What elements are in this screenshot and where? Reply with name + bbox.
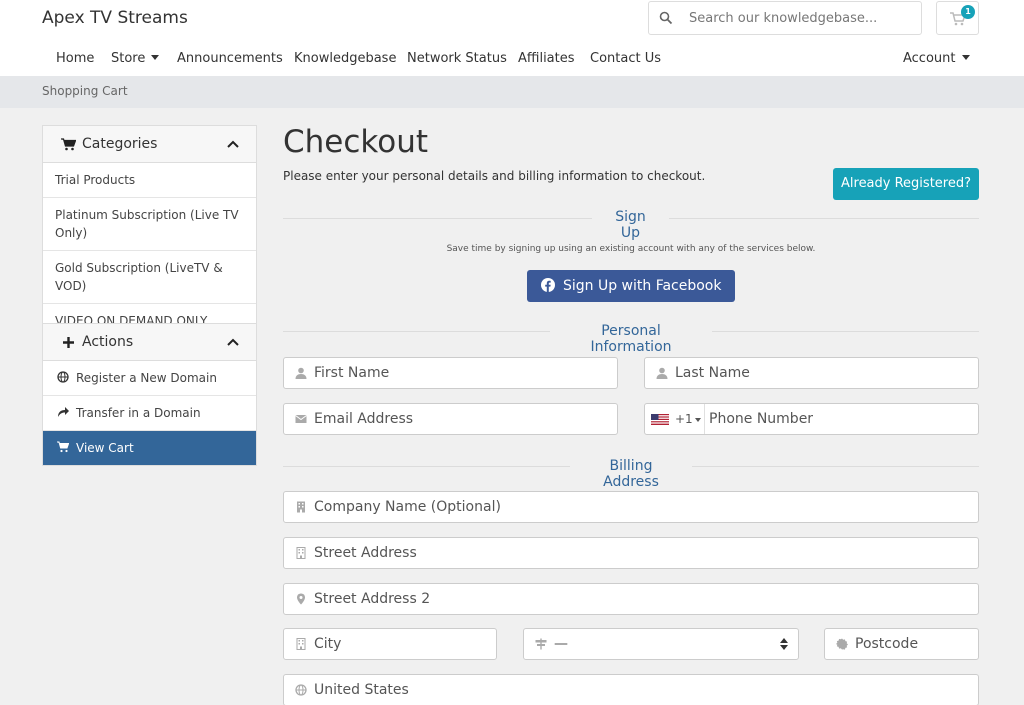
select-arrows-icon [780, 638, 788, 650]
action-view-cart-label: View Cart [76, 441, 134, 455]
main-nav: Home Store Announcements Knowledgebase N… [0, 48, 1024, 70]
breadcrumb-item: Shopping Cart [42, 84, 128, 98]
search-input[interactable]: Search our knowledgebase... [689, 11, 877, 26]
action-view-cart[interactable]: View Cart [43, 431, 256, 465]
postcode-input[interactable]: Postcode [855, 636, 918, 652]
user-icon [295, 367, 307, 379]
street-field[interactable]: Street Address [283, 537, 979, 569]
building-icon [296, 547, 306, 559]
search-box[interactable]: Search our knowledgebase... [648, 1, 922, 35]
nav-network-status[interactable]: Network Status [407, 48, 507, 70]
nav-contact-us[interactable]: Contact Us [590, 48, 661, 70]
cart-count-badge: 1 [961, 5, 975, 19]
caret-down-icon [695, 418, 701, 422]
street-input[interactable]: Street Address [314, 545, 417, 561]
nav-knowledgebase[interactable]: Knowledgebase [294, 48, 396, 70]
us-flag-icon[interactable] [651, 414, 669, 425]
action-transfer-domain[interactable]: Transfer in a Domain [43, 396, 256, 431]
brand-logo[interactable]: Apex TV Streams [42, 8, 188, 28]
chevron-down-icon [961, 55, 970, 60]
site-header: Apex TV Streams Search our knowledgebase… [0, 0, 1024, 76]
chevron-up-icon[interactable] [227, 140, 239, 148]
globe-icon [57, 371, 69, 383]
category-item-platinum[interactable]: Platinum Subscription (Live TV Only) [43, 198, 256, 251]
country-select-value: United States [314, 682, 409, 698]
nav-store[interactable]: Store [111, 48, 160, 70]
signup-note: Save time by signing up using an existin… [446, 244, 816, 254]
nav-home[interactable]: Home [56, 48, 94, 70]
nav-account[interactable]: Account [903, 48, 970, 70]
nav-store-label: Store [111, 51, 146, 66]
categories-panel: Categories Trial Products Platinum Subsc… [42, 125, 257, 339]
first-name-field[interactable]: First Name [283, 357, 618, 389]
country-select[interactable]: United States [283, 674, 979, 705]
breadcrumb: Shopping Cart [0, 76, 1024, 108]
chevron-up-icon[interactable] [227, 338, 239, 346]
action-transfer-domain-label: Transfer in a Domain [76, 406, 201, 420]
email-input[interactable]: Email Address [314, 411, 413, 427]
already-registered-button[interactable]: Already Registered? [833, 168, 979, 200]
building-icon [296, 638, 306, 650]
page-subtitle: Please enter your personal details and b… [283, 169, 706, 183]
street2-input[interactable]: Street Address 2 [314, 591, 430, 607]
last-name-field[interactable]: Last Name [644, 357, 979, 389]
categories-title: Categories [82, 136, 158, 152]
facebook-signup-label: Sign Up with Facebook [562, 278, 722, 294]
last-name-input[interactable]: Last Name [675, 365, 750, 381]
signpost-icon [535, 638, 547, 650]
city-input[interactable]: City [314, 636, 341, 652]
categories-panel-header[interactable]: Categories [43, 126, 256, 163]
actions-title: Actions [82, 334, 134, 350]
phone-country-code[interactable]: +1 [675, 412, 693, 426]
plus-icon [63, 337, 74, 348]
first-name-input[interactable]: First Name [314, 365, 389, 381]
state-select-value: — [554, 636, 568, 652]
certificate-icon [836, 638, 848, 650]
page-title: Checkout [283, 124, 429, 160]
street2-field[interactable]: Street Address 2 [283, 583, 979, 615]
user-icon [656, 367, 668, 379]
facebook-signup-button[interactable]: Sign Up with Facebook [527, 270, 735, 302]
envelope-icon [295, 415, 307, 423]
actions-panel: Actions Register a New Domain Transfer i… [42, 323, 257, 466]
actions-panel-header[interactable]: Actions [43, 324, 256, 361]
cart-icon [57, 441, 69, 453]
map-marker-icon [297, 593, 305, 605]
cart-button[interactable]: 1 [936, 1, 979, 35]
facebook-icon [540, 278, 555, 292]
globe-icon [295, 684, 307, 696]
signup-heading: Sign Up [592, 209, 669, 241]
action-register-domain[interactable]: Register a New Domain [43, 361, 256, 396]
personal-heading: Personal Information [550, 323, 712, 355]
postcode-field[interactable]: Postcode [824, 628, 979, 660]
city-field[interactable]: City [283, 628, 497, 660]
chevron-down-icon [151, 55, 160, 60]
share-arrow-icon [58, 407, 69, 417]
nav-announcements[interactable]: Announcements [177, 48, 283, 70]
category-item-trial[interactable]: Trial Products [43, 163, 256, 198]
state-select[interactable]: — [523, 628, 799, 660]
nav-affiliates[interactable]: Affiliates [518, 48, 575, 70]
billing-heading: Billing Address [570, 458, 692, 490]
building-icon [297, 501, 305, 513]
cart-icon [61, 138, 76, 151]
phone-input[interactable]: Phone Number [709, 411, 813, 427]
nav-account-label: Account [903, 51, 956, 66]
category-item-gold[interactable]: Gold Subscription (LiveTV & VOD) [43, 251, 256, 304]
action-register-domain-label: Register a New Domain [76, 371, 217, 385]
search-icon [659, 11, 673, 25]
company-field[interactable]: Company Name (Optional) [283, 491, 979, 523]
company-input[interactable]: Company Name (Optional) [314, 499, 501, 515]
phone-field[interactable]: +1 Phone Number [644, 403, 979, 435]
email-field[interactable]: Email Address [283, 403, 618, 435]
phone-separator [704, 404, 705, 434]
